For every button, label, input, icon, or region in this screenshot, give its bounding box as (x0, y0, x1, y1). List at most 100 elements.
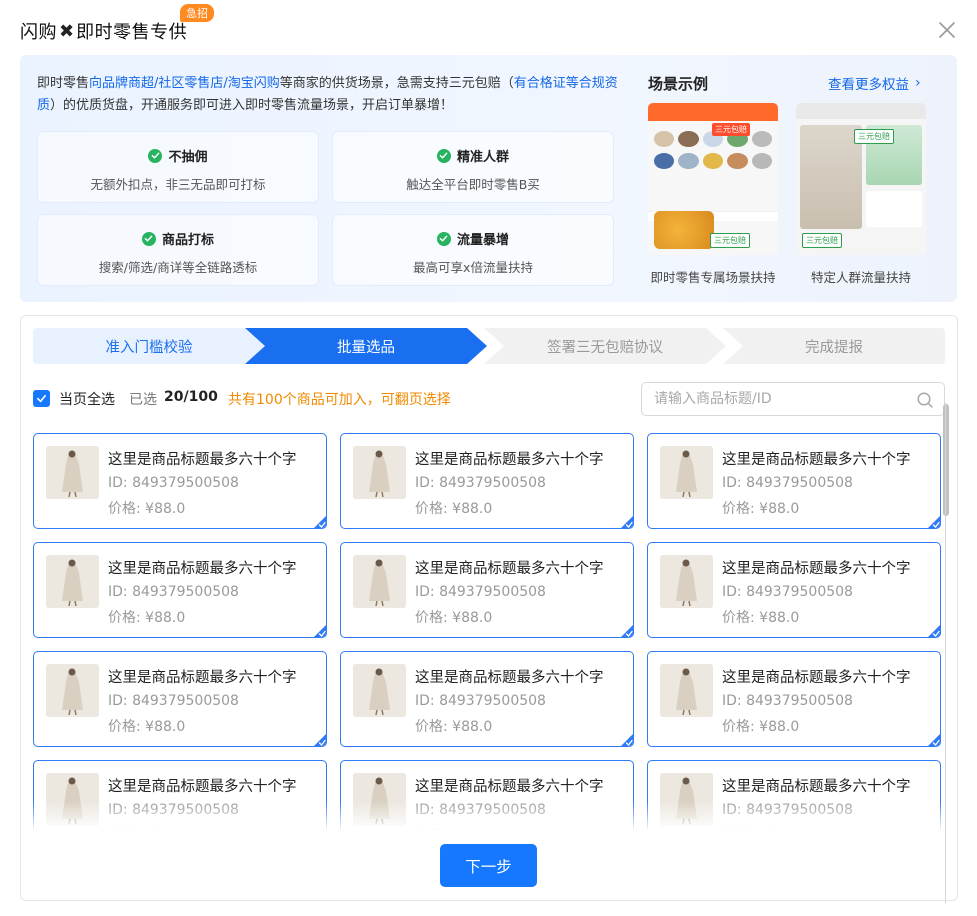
product-card[interactable]: 这里是商品标题最多六十个字 ID: 849379500508 价格: ¥88.0 (33, 651, 327, 747)
promo-banner: 即时零售向品牌商超/社区零售店/淘宝闪购等商家的供货场景，急需支持三元包赔（有合… (20, 55, 957, 302)
scene-screenshot-audience: 三元包赔 三元包赔 (796, 103, 926, 255)
view-more-label: 查看更多权益 (828, 77, 909, 93)
product-title: 这里是商品标题最多六十个字 (108, 561, 297, 577)
scene-caption-instant-retail: 即时零售专属场景扶持 (650, 270, 776, 285)
product-card[interactable]: 这里是商品标题最多六十个字 ID: 849379500508 价格: ¥88.0 (340, 542, 634, 638)
step-label: 批量选品 (337, 339, 395, 356)
product-card[interactable]: 这里是商品标题最多六十个字 ID: 849379500508 价格: ¥88.0 (647, 542, 941, 638)
selection-toolbar: 当页全选 已选 20/100 共有100个商品可加入，可翻页选择 (33, 382, 945, 416)
step-batch-select[interactable]: 批量选品 (245, 328, 487, 364)
product-price: 价格: ¥88.0 (108, 610, 186, 626)
check-circle-icon (148, 148, 163, 163)
product-id: ID: 849379500508 (108, 584, 239, 600)
step-label: 签署三无包赔协议 (547, 339, 663, 356)
dialog: 闪购 ✖ 即时零售专供 急招 即时零售向品牌商超/社区零售店/淘宝闪购等商家的供… (0, 0, 977, 916)
benefit-title: 流量暴增 (456, 233, 509, 248)
category-icons (654, 131, 772, 169)
benefit-subtitle: 搜索/筛选/商详等全链路透标 (98, 260, 258, 275)
view-more-benefits-link[interactable]: 查看更多权益 › (828, 73, 921, 93)
product-price: 价格: ¥88.0 (108, 501, 186, 517)
selected-label: 已选 (129, 392, 157, 408)
product-id: ID: 849379500508 (722, 584, 853, 600)
chevron-right-icon: › (915, 75, 921, 91)
urgent-badge: 急招 (180, 4, 214, 22)
scene-tag: 三元包赔 (802, 233, 842, 248)
product-price: 价格: ¥88.0 (108, 719, 186, 735)
product-title: 这里是商品标题最多六十个字 (415, 670, 604, 686)
product-price: 价格: ¥88.0 (722, 719, 800, 735)
step-threshold-check[interactable]: 准入门槛校验 (33, 328, 265, 364)
product-price: 价格: ¥88.0 (722, 825, 799, 831)
product-card[interactable]: 这里是商品标题最多六十个字 ID: 849379500508 价格: ¥88.0 (340, 433, 634, 529)
selected-corner-check-icon (314, 734, 326, 746)
product-thumbnail (660, 773, 713, 826)
scene-tag: 三元包赔 (712, 123, 750, 136)
selected-corner-check-icon (621, 734, 633, 746)
product-title: 这里是商品标题最多六十个字 (722, 670, 911, 686)
progress-steps: 准入门槛校验 批量选品 签署三无包赔协议 完成提报 (33, 328, 945, 364)
product-title: 这里是商品标题最多六十个字 (415, 561, 604, 577)
available-notice: 共有100个商品可加入，可翻页选择 (228, 392, 451, 408)
selected-corner-check-icon (928, 734, 940, 746)
product-grid: 这里是商品标题最多六十个字 ID: 849379500508 价格: ¥88.0 这里… (33, 433, 945, 831)
search-box[interactable] (641, 382, 945, 416)
selected-corner-check-icon (621, 625, 633, 637)
product-thumbnail (660, 664, 713, 717)
product-thumbnail (353, 555, 406, 608)
product-card[interactable]: 这里是商品标题最多六十个字 ID: 849379500508 价格: ¥88.0 (647, 760, 941, 831)
product-title: 这里是商品标题最多六十个字 (108, 670, 297, 686)
product-card[interactable]: 这里是商品标题最多六十个字 ID: 849379500508 价格: ¥88.0 (647, 433, 941, 529)
product-id: ID: 849379500508 (722, 693, 853, 709)
dialog-header: 闪购 ✖ 即时零售专供 急招 (20, 4, 214, 48)
search-icon[interactable] (916, 391, 934, 409)
scene-screenshot-instant-retail: 三元包赔 三元包赔 (648, 103, 778, 255)
product-id: ID: 849379500508 (108, 802, 239, 818)
search-input[interactable] (654, 383, 904, 415)
scene-clothing-image (800, 125, 862, 229)
selected-corner-check-icon (621, 516, 633, 528)
product-id: ID: 849379500508 (108, 475, 239, 491)
title-part-retail: 即时零售专供 (76, 22, 188, 43)
product-id: ID: 849379500508 (415, 693, 546, 709)
product-card[interactable]: 这里是商品标题最多六十个字 ID: 849379500508 价格: ¥88.0 (647, 651, 941, 747)
product-card[interactable]: 这里是商品标题最多六十个字 ID: 849379500508 价格: ¥88.0 (33, 542, 327, 638)
product-title: 这里是商品标题最多六十个字 (415, 452, 604, 468)
selected-corner-check-icon (314, 625, 326, 637)
product-title: 这里是商品标题最多六十个字 (108, 452, 297, 468)
product-card[interactable]: 这里是商品标题最多六十个字 ID: 849379500508 价格: ¥88.0 (340, 760, 634, 831)
product-thumbnail (660, 555, 713, 608)
desc-part: 即时零售 (37, 76, 90, 91)
step-sign-agreement[interactable]: 签署三无包赔协议 (484, 328, 726, 364)
product-card[interactable]: 这里是商品标题最多六十个字 ID: 849379500508 价格: ¥88.0 (340, 651, 634, 747)
select-all-label[interactable]: 当页全选 (59, 389, 115, 409)
product-thumbnail (46, 773, 99, 826)
product-thumbnail (353, 446, 406, 499)
product-title: 这里是商品标题最多六十个字 (415, 779, 604, 795)
benefit-subtitle: 无额外扣点，非三无品即可打标 (90, 177, 266, 192)
scrollbar-thumb[interactable] (943, 404, 949, 516)
product-card[interactable]: 这里是商品标题最多六十个字 ID: 849379500508 价格: ¥88.0 (33, 760, 327, 831)
product-title: 这里是商品标题最多六十个字 (722, 452, 911, 468)
product-thumbnail (353, 664, 406, 717)
benefit-subtitle: 触达全平台即时零售B买 (406, 177, 540, 192)
benefit-card-precise-audience: 精准人群 触达全平台即时零售B买 (332, 131, 614, 203)
product-thumbnail (353, 773, 406, 826)
select-all-checkbox[interactable] (33, 390, 50, 407)
benefit-title: 精准人群 (456, 150, 509, 165)
batch-selection-panel: 准入门槛校验 批量选品 签署三无包赔协议 完成提报 当页全选 已选 20/100… (20, 315, 958, 901)
desc-part: ）的优质货盘，开通服务即可进入即时零售流量场景，开启订单暴增！ (50, 98, 454, 113)
benefit-card-product-tagging: 商品打标 搜索/筛选/商详等全链路透标 (37, 214, 319, 286)
step-finish-submit[interactable]: 完成提报 (723, 328, 945, 364)
benefit-subtitle: 最高可享x倍流量扶持 (413, 260, 533, 275)
scene-tag: 三元包赔 (710, 233, 750, 248)
product-price: 价格: ¥88.0 (722, 501, 800, 517)
product-id: ID: 849379500508 (722, 475, 853, 491)
product-id: ID: 849379500508 (108, 693, 239, 709)
next-step-button[interactable]: 下一步 (440, 844, 537, 887)
check-circle-icon (141, 231, 156, 246)
product-id: ID: 849379500508 (415, 584, 546, 600)
product-card[interactable]: 这里是商品标题最多六十个字 ID: 849379500508 价格: ¥88.0 (33, 433, 327, 529)
scene-tag: 三元包赔 (854, 129, 894, 144)
close-button[interactable] (937, 20, 957, 40)
product-id: ID: 849379500508 (415, 802, 546, 818)
